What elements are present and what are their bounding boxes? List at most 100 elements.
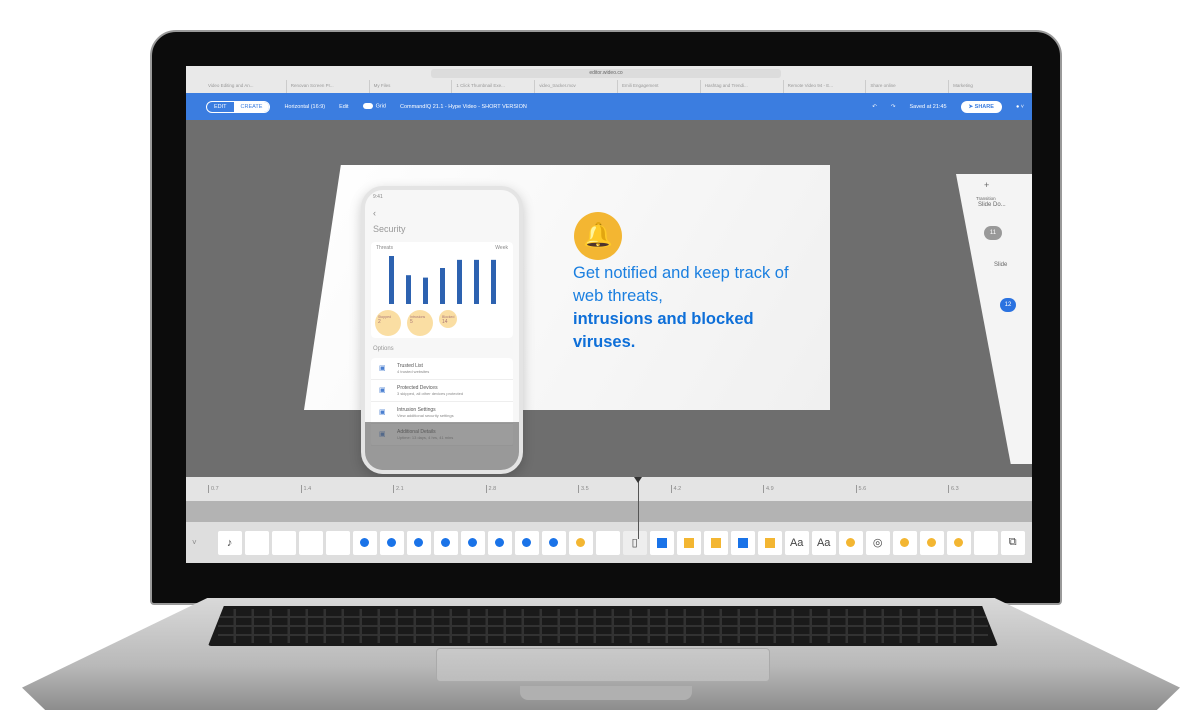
- add-scene-icon[interactable]: +: [956, 174, 1032, 190]
- stat-value: 14: [442, 319, 448, 325]
- browser-tab[interactable]: My Files: [370, 80, 453, 93]
- tray-item[interactable]: [487, 530, 512, 555]
- browser-chrome: editor.wideo.co Video Editing and An... R…: [186, 66, 1032, 93]
- scene-12[interactable]: 12: [1000, 298, 1016, 312]
- format-dropdown[interactable]: Horizontal (16:9): [284, 104, 325, 110]
- browser-tab[interactable]: 1 Click Thumbnail Exe...: [452, 80, 536, 93]
- timeline-tick: 2.1: [393, 485, 404, 493]
- tray-item[interactable]: [406, 530, 431, 555]
- tray-item[interactable]: [460, 530, 485, 555]
- collapse-chevron-icon[interactable]: ˅: [192, 538, 197, 547]
- scene-11[interactable]: 11: [984, 226, 1002, 240]
- tray-item[interactable]: ▯: [622, 530, 647, 555]
- tray-item[interactable]: [757, 530, 782, 555]
- chart-bar: [406, 275, 411, 304]
- tray-item[interactable]: [568, 530, 593, 555]
- phone-mockup[interactable]: 9:41 ‹ Security Threats Week Stopped 2 Int…: [361, 186, 523, 474]
- tray-item[interactable]: [973, 530, 998, 555]
- stat-value: 2: [378, 319, 381, 325]
- tray-item[interactable]: ⧉: [1000, 530, 1025, 555]
- option-icon: ▣: [379, 387, 386, 394]
- tray-item[interactable]: [595, 530, 620, 555]
- tray-item[interactable]: [298, 530, 323, 555]
- tray-item[interactable]: [352, 530, 377, 555]
- timeline-track[interactable]: [186, 501, 1032, 522]
- tray-item[interactable]: [946, 530, 971, 555]
- grid-label: Grid: [375, 103, 386, 110]
- browser-tab[interactable]: Emili Engagement: [618, 80, 701, 93]
- tray-item[interactable]: [703, 530, 728, 555]
- option-subtitle: 3 skipped, all other devices protected: [397, 391, 464, 396]
- browser-tab[interactable]: Video Editing and An...: [204, 80, 287, 93]
- headline-bold: intrusions and blocked viruses.: [573, 310, 754, 351]
- tray-item[interactable]: [325, 530, 350, 555]
- redo-icon[interactable]: ↷: [891, 104, 896, 110]
- circle-icon: [414, 538, 424, 547]
- help-icon[interactable]: ● ˅: [1016, 104, 1024, 110]
- share-button[interactable]: ➤ SHARE: [960, 100, 1002, 113]
- tray-item[interactable]: Aa: [811, 530, 836, 555]
- text-element: Aa: [789, 536, 804, 549]
- tray-item[interactable]: [379, 530, 404, 555]
- tray-item[interactable]: ◎: [865, 530, 890, 555]
- project-title[interactable]: CommandIQ 21.1 - Hype Video - SHORT VERS…: [400, 104, 527, 110]
- browser-tabs: Video Editing and An... Renovan Screen Pr…: [204, 80, 1032, 93]
- option-icon: ▣: [379, 409, 386, 416]
- headline-text: Get notified and keep track of web threa…: [573, 264, 789, 305]
- text-element: Aa: [816, 536, 831, 549]
- timeline-tick: 3.5: [578, 485, 589, 493]
- timeline-tick: 4.9: [763, 485, 774, 493]
- tray-item[interactable]: [838, 530, 863, 555]
- circle-icon: [900, 538, 910, 547]
- option-subtitle: View additional security settings: [397, 413, 454, 418]
- url-bar[interactable]: editor.wideo.co: [431, 69, 781, 78]
- transition-1[interactable]: Slide Do...: [956, 201, 1032, 208]
- mode-toggle[interactable]: EDIT CREATE: [206, 100, 271, 113]
- browser-tab[interactable]: video_tracker.mov: [535, 80, 618, 93]
- element-icon: ◎: [872, 537, 883, 549]
- chart-bar: [474, 259, 479, 304]
- chart-bar: [440, 268, 445, 304]
- browser-tab[interactable]: Marketing: [949, 80, 1032, 93]
- create-mode[interactable]: CREATE: [233, 101, 270, 112]
- browser-tab[interactable]: Hashtag and Trendi...: [701, 80, 784, 93]
- switch-icon: [362, 103, 373, 110]
- tray-item[interactable]: [676, 530, 701, 555]
- threats-chart: [389, 256, 496, 304]
- tray-item[interactable]: Aa: [784, 530, 809, 555]
- transition-2[interactable]: Slide: [956, 240, 1032, 268]
- grid-toggle[interactable]: Grid: [362, 103, 386, 110]
- tray-item[interactable]: [730, 530, 755, 555]
- browser-tab[interactable]: Renovan Screen Pr...: [287, 80, 370, 93]
- chart-bar: [423, 277, 428, 304]
- timeline-ruler[interactable]: 0.7 1.4 2.1 2.8 3.5 4.2 4.9 5.6 6.3: [186, 477, 1032, 501]
- tray-item[interactable]: [514, 530, 539, 555]
- tray-item[interactable]: [433, 530, 458, 555]
- edit-menu[interactable]: Edit: [339, 104, 348, 110]
- square-icon: [683, 537, 694, 548]
- option-row[interactable]: ▣ Trusted List 4 trusted websites: [371, 358, 513, 380]
- option-row[interactable]: ▣ Intrusion Settings View additional secur…: [371, 402, 513, 424]
- saved-status: Saved at 21:45: [909, 103, 947, 110]
- playhead[interactable]: [634, 477, 642, 539]
- browser-tab[interactable]: Share online: [866, 80, 950, 93]
- browser-tab[interactable]: Remote Video 94 - E...: [784, 80, 867, 93]
- slide-headline[interactable]: Get notified and keep track of web threa…: [573, 262, 813, 354]
- tray-item[interactable]: [271, 530, 296, 555]
- stat-stopped: Stopped 2: [375, 310, 401, 336]
- timeline-tick: 1.4: [300, 485, 311, 493]
- undo-icon[interactable]: ↶: [872, 104, 877, 110]
- tray-item[interactable]: [541, 530, 566, 555]
- stats-row: Stopped 2 Intrusions 5 Blocked 14: [371, 310, 457, 336]
- tray-item[interactable]: ♪: [217, 530, 242, 555]
- tray-item[interactable]: [892, 530, 917, 555]
- tray-item[interactable]: [919, 530, 944, 555]
- circle-icon: [549, 538, 559, 547]
- timeline-tick: 2.8: [485, 485, 496, 493]
- tray-item[interactable]: [244, 530, 269, 555]
- option-row[interactable]: ▣ Protected Devices 3 skipped, all other d…: [371, 380, 513, 402]
- chart-label: Threats: [376, 245, 393, 251]
- edit-mode[interactable]: EDIT: [207, 102, 234, 112]
- tray-item[interactable]: [649, 530, 674, 555]
- timeline-tick: 0.7: [208, 485, 219, 493]
